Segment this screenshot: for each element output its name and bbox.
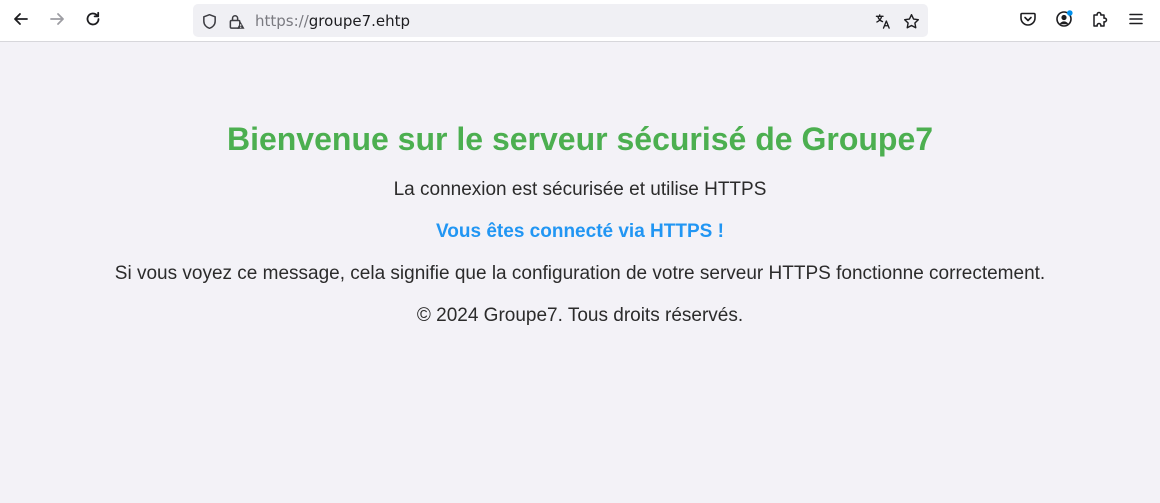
hamburger-menu-icon <box>1127 10 1145 33</box>
copyright-footer: © 2024 Groupe7. Tous droits réservés. <box>416 305 744 326</box>
url-scheme: https:// <box>255 12 309 30</box>
puzzle-icon <box>1091 10 1109 33</box>
pocket-icon <box>1019 10 1037 33</box>
page-content: Bienvenue sur le serveur sécurisé de Gro… <box>0 42 1160 503</box>
browser-toolbar: https://groupe7.ehtp <box>0 0 1160 42</box>
star-icon[interactable] <box>902 12 920 30</box>
arrow-right-icon <box>48 10 66 33</box>
extensions-button[interactable] <box>1085 6 1115 36</box>
account-button[interactable] <box>1049 6 1079 36</box>
page-title: Bienvenue sur le serveur sécurisé de Gro… <box>226 121 934 157</box>
url-text[interactable]: https://groupe7.ehtp <box>255 12 410 30</box>
forward-button[interactable] <box>42 6 72 36</box>
reload-button[interactable] <box>78 6 108 36</box>
page-subtitle: La connexion est sécurisée et utilise HT… <box>393 179 767 200</box>
translate-icon[interactable] <box>874 12 892 30</box>
confirmation-message: Si vous voyez ce message, cela signifie … <box>114 263 1046 284</box>
lock-warning-icon[interactable] <box>227 12 245 30</box>
shield-icon[interactable] <box>200 12 218 30</box>
account-icon <box>1055 9 1073 33</box>
reload-icon <box>84 10 102 33</box>
pocket-button[interactable] <box>1013 6 1043 36</box>
address-bar[interactable]: https://groupe7.ehtp <box>193 4 928 37</box>
url-host: groupe7.ehtp <box>308 12 411 30</box>
https-status-message: Vous êtes connecté via HTTPS ! <box>436 221 724 242</box>
arrow-left-icon <box>12 10 30 33</box>
back-button[interactable] <box>6 6 36 36</box>
menu-button[interactable] <box>1121 6 1151 36</box>
